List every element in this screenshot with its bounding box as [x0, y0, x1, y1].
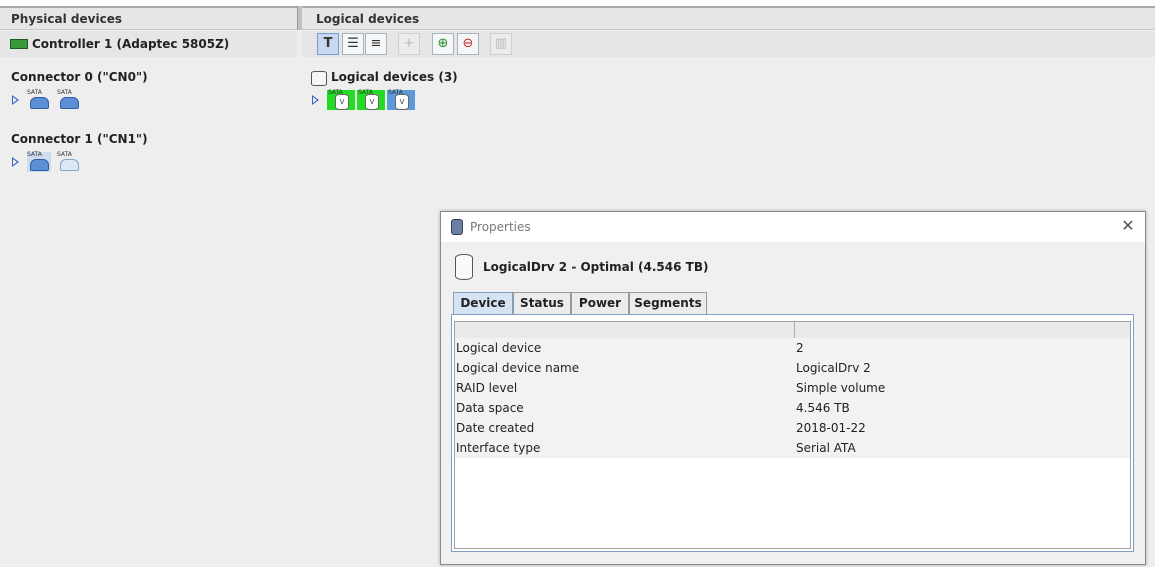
disk-type-tag: SATA — [27, 151, 42, 158]
property-key: Logical device name — [456, 361, 580, 375]
table-body: Logical device 2 Logical device name Logic… — [455, 338, 1130, 458]
list-view-button[interactable]: ☰ — [342, 33, 364, 55]
drive-letter: V — [335, 94, 349, 110]
physical-disk-icon[interactable]: SATA — [27, 90, 51, 110]
table-row[interactable]: RAID level Simple volume — [455, 378, 1130, 398]
property-value: Simple volume — [796, 381, 886, 395]
properties-table: Logical device 2 Logical device name Logic… — [454, 321, 1131, 549]
physical-disk-icon[interactable]: SATA — [57, 152, 81, 172]
property-key: Data space — [456, 401, 524, 415]
logical-drive-icon — [455, 254, 473, 280]
table-header — [455, 322, 1130, 339]
add-button[interactable]: + — [398, 33, 420, 55]
property-value: 2018-01-22 — [796, 421, 866, 435]
table-row[interactable]: Data space 4.546 TB — [455, 398, 1130, 418]
tab-segments[interactable]: Segments — [629, 292, 707, 314]
logical-drive-icon-selected[interactable]: SATA V — [387, 90, 415, 110]
logical-expand-icon[interactable] — [312, 95, 319, 105]
table-row[interactable]: Date created 2018-01-22 — [455, 418, 1130, 438]
device-heading-label: LogicalDrv 2 - Optimal (4.546 TB) — [483, 260, 709, 274]
device-tab-panel: Logical device 2 Logical device name Logic… — [451, 314, 1134, 552]
text-view-button[interactable]: T — [317, 33, 339, 55]
column-header[interactable] — [455, 322, 795, 338]
drive-letter: V — [365, 94, 379, 110]
property-value: LogicalDrv 2 — [796, 361, 871, 375]
tasks-button[interactable]: ▥ — [490, 33, 512, 55]
logical-devices-group-title: Logical devices (3) — [331, 70, 458, 84]
logical-toolbar: T ☰ ≡ + ⊕ ⊖ ▥ — [302, 31, 1155, 57]
connector-1-title: Connector 1 ("CN1") — [11, 132, 148, 146]
window-top-border — [0, 0, 1155, 8]
controller-row[interactable]: Controller 1 (Adaptec 5805Z) — [0, 31, 297, 57]
table-row[interactable]: Logical device name LogicalDrv 2 — [455, 358, 1130, 378]
delete-logical-button[interactable]: ⊖ — [457, 33, 479, 55]
create-logical-button[interactable]: ⊕ — [432, 33, 454, 55]
property-value: 4.546 TB — [796, 401, 850, 415]
logical-group-icon — [311, 71, 327, 86]
controller-label: Controller 1 (Adaptec 5805Z) — [32, 37, 230, 51]
property-value: 2 — [796, 341, 804, 355]
logical-devices-header: Logical devices — [302, 8, 1155, 30]
property-key: Interface type — [456, 441, 541, 455]
dialog-title: Properties — [470, 220, 531, 234]
drive-letter: V — [395, 94, 409, 110]
property-value: Serial ATA — [796, 441, 856, 455]
properties-dialog: Properties ✕ LogicalDrv 2 - Optimal (4.5… — [440, 211, 1146, 565]
tab-device[interactable]: Device — [453, 292, 513, 315]
connector-0-expand-icon[interactable] — [12, 95, 19, 105]
property-key: Date created — [456, 421, 535, 435]
dialog-titlebar[interactable]: Properties ✕ — [441, 212, 1145, 242]
connector-1-expand-icon[interactable] — [12, 157, 19, 167]
property-key: RAID level — [456, 381, 518, 395]
physical-disk-icon[interactable]: SATA — [27, 152, 51, 172]
logical-drive-icon[interactable]: SATA V — [357, 90, 385, 110]
close-icon[interactable]: ✕ — [1119, 217, 1137, 235]
tab-power[interactable]: Power — [571, 292, 629, 314]
connector-0-title: Connector 0 ("CN0") — [11, 70, 148, 84]
logical-drive-icon[interactable]: SATA V — [327, 90, 355, 110]
detail-view-button[interactable]: ≡ — [365, 33, 387, 55]
disk-type-tag: SATA — [57, 89, 72, 96]
disk-type-tag: SATA — [57, 151, 72, 158]
table-row[interactable]: Logical device 2 — [455, 338, 1130, 358]
physical-disk-icon[interactable]: SATA — [57, 90, 81, 110]
physical-devices-header: Physical devices — [0, 8, 297, 30]
table-row[interactable]: Interface type Serial ATA — [455, 438, 1130, 458]
disk-type-tag: SATA — [27, 89, 42, 96]
property-key: Logical device — [456, 341, 542, 355]
tab-status[interactable]: Status — [513, 292, 571, 314]
properties-icon — [451, 219, 463, 235]
controller-card-icon — [10, 38, 28, 49]
